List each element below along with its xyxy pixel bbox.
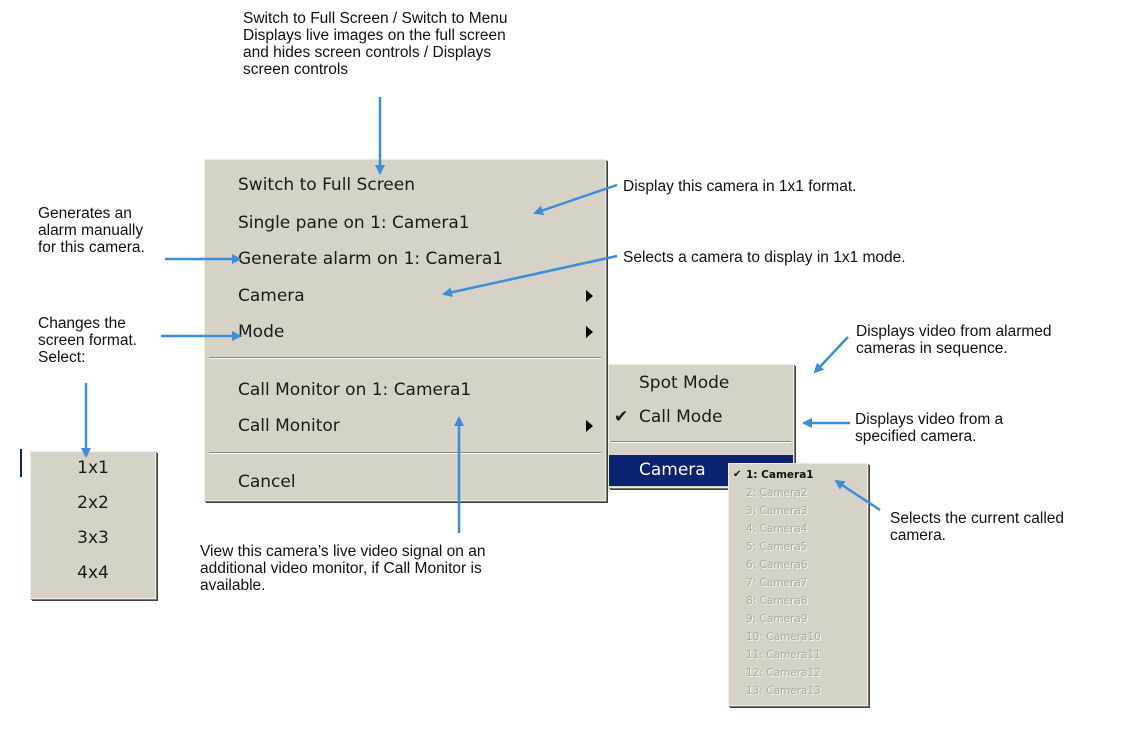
arrow-to-spot-mode	[813, 336, 849, 374]
arrow-to-called-camera	[834, 479, 881, 512]
arrow-to-camera	[442, 254, 618, 298]
arrow-to-single-pane	[533, 183, 618, 216]
callout-arrows	[81, 97, 881, 533]
